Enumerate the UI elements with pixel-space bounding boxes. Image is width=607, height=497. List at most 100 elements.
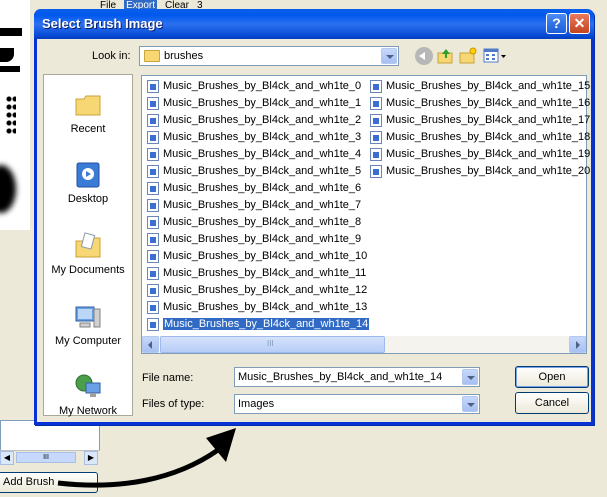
file-item[interactable]: Music_Brushes_by_Bl4ck_and_wh1te_20 (368, 164, 590, 180)
help-button[interactable]: ? (546, 13, 567, 34)
file-item[interactable]: Music_Brushes_by_Bl4ck_and_wh1te_1 (145, 96, 361, 112)
file-item[interactable]: Music_Brushes_by_Bl4ck_and_wh1te_18 (368, 130, 590, 146)
chevron-down-icon[interactable] (462, 396, 478, 412)
file-type-value: Images (238, 398, 275, 410)
file-item[interactable]: Music_Brushes_by_Bl4ck_and_wh1te_19 (368, 147, 590, 163)
annotation-arrow (57, 428, 236, 488)
back-icon[interactable] (415, 47, 433, 65)
file-item[interactable]: Music_Brushes_by_Bl4ck_and_wh1te_0 (145, 79, 361, 95)
file-name-field[interactable]: Music_Brushes_by_Bl4ck_and_wh1te_14 (234, 367, 480, 387)
file-name: Music_Brushes_by_Bl4ck_and_wh1te_19 (386, 148, 591, 160)
image-file-icon (147, 267, 159, 280)
desktop-icon (74, 161, 102, 189)
file-name: Music_Brushes_by_Bl4ck_and_wh1te_16 (386, 97, 591, 109)
file-name: Music_Brushes_by_Bl4ck_and_wh1te_0 (163, 80, 362, 92)
brush-stroke (0, 48, 14, 62)
file-item[interactable]: Music_Brushes_by_Bl4ck_and_wh1te_5 (145, 164, 361, 180)
file-item[interactable]: Music_Brushes_by_Bl4ck_and_wh1te_8 (145, 215, 361, 231)
image-file-icon (370, 97, 382, 110)
image-file-icon (147, 284, 159, 297)
file-item[interactable]: Music_Brushes_by_Bl4ck_and_wh1te_14 (145, 317, 371, 333)
image-file-icon (147, 199, 159, 212)
scroll-right-button[interactable] (569, 336, 586, 353)
image-file-icon (370, 131, 382, 144)
image-file-icon (147, 114, 159, 127)
image-file-icon (147, 165, 159, 178)
file-item[interactable]: Music_Brushes_by_Bl4ck_and_wh1te_9 (145, 232, 361, 248)
place-desktop[interactable]: Desktop (44, 161, 132, 205)
folder-icon (144, 50, 160, 62)
up-folder-icon[interactable] (437, 47, 455, 65)
open-button[interactable]: Open (515, 366, 589, 388)
file-name: Music_Brushes_by_Bl4ck_and_wh1te_4 (163, 148, 362, 160)
brush-stroke (0, 66, 20, 72)
file-item[interactable]: Music_Brushes_by_Bl4ck_and_wh1te_7 (145, 198, 361, 214)
place-label: Recent (70, 123, 106, 135)
views-menu-icon[interactable] (483, 47, 507, 65)
file-list[interactable]: III Music_Brushes_by_Bl4ck_and_wh1te_0 Mu… (141, 75, 590, 354)
file-name: Music_Brushes_by_Bl4ck_and_wh1te_18 (386, 131, 591, 143)
file-item[interactable]: Music_Brushes_by_Bl4ck_and_wh1te_16 (368, 96, 590, 112)
image-file-icon (147, 318, 159, 331)
file-item[interactable]: Music_Brushes_by_Bl4ck_and_wh1te_12 (145, 283, 367, 299)
file-name: Music_Brushes_by_Bl4ck_and_wh1te_1 (163, 97, 362, 109)
place-my-computer[interactable]: My Computer (44, 303, 132, 347)
image-file-icon (147, 131, 159, 144)
place-label: My Computer (54, 335, 122, 347)
place-label: My Documents (51, 264, 125, 276)
place-recent[interactable]: Recent (44, 91, 132, 135)
my-computer-icon (74, 303, 102, 331)
cancel-button[interactable]: Cancel (515, 392, 589, 414)
place-label: Desktop (67, 193, 109, 205)
file-name: Music_Brushes_by_Bl4ck_and_wh1te_7 (163, 199, 362, 211)
brush-blob (0, 165, 16, 213)
recent-folder-icon (74, 91, 102, 119)
file-name: Music_Brushes_by_Bl4ck_and_wh1te_12 (163, 284, 368, 296)
image-file-icon (370, 80, 382, 93)
look-in-value: brushes (164, 50, 204, 62)
brush-dots (6, 95, 16, 135)
file-name: Music_Brushes_by_Bl4ck_and_wh1te_15 (386, 80, 591, 92)
file-item[interactable]: Music_Brushes_by_Bl4ck_and_wh1te_4 (145, 147, 361, 163)
close-button[interactable]: ✕ (569, 13, 590, 34)
scroll-left-button[interactable] (142, 336, 159, 353)
image-file-icon (370, 114, 382, 127)
place-label: My Network (58, 405, 118, 417)
file-name: Music_Brushes_by_Bl4ck_and_wh1te_13 (163, 301, 368, 313)
my-documents-icon (74, 232, 102, 260)
image-file-icon (370, 148, 382, 161)
file-name: Music_Brushes_by_Bl4ck_and_wh1te_11 (163, 267, 367, 279)
place-my-network[interactable]: My Network (44, 373, 132, 417)
brush-canvas[interactable] (0, 0, 30, 230)
brush-stroke (0, 28, 22, 36)
file-item[interactable]: Music_Brushes_by_Bl4ck_and_wh1te_15 (368, 79, 590, 95)
look-in-dropdown[interactable]: brushes (139, 46, 399, 66)
file-list-hscrollbar[interactable]: III (142, 336, 586, 353)
image-file-icon (370, 165, 382, 178)
dialog-title: Select Brush Image (42, 16, 163, 31)
chevron-down-icon[interactable] (381, 48, 397, 64)
file-item[interactable]: Music_Brushes_by_Bl4ck_and_wh1te_13 (145, 300, 367, 316)
scroll-grip: III (267, 339, 274, 348)
file-item[interactable]: Music_Brushes_by_Bl4ck_and_wh1te_17 (368, 113, 590, 129)
file-name: Music_Brushes_by_Bl4ck_and_wh1te_3 (163, 131, 362, 143)
scroll-thumb[interactable]: III (160, 336, 385, 353)
file-item[interactable]: Music_Brushes_by_Bl4ck_and_wh1te_10 (145, 249, 367, 265)
image-file-icon (147, 182, 159, 195)
chevron-down-icon[interactable] (462, 369, 478, 385)
places-bar: Recent Desktop My Documents My Computer … (43, 74, 133, 417)
place-my-documents[interactable]: My Documents (44, 232, 132, 276)
file-type-dropdown[interactable]: Images (234, 394, 480, 414)
file-item[interactable]: Music_Brushes_by_Bl4ck_and_wh1te_3 (145, 130, 361, 146)
file-item[interactable]: Music_Brushes_by_Bl4ck_and_wh1te_2 (145, 113, 361, 129)
image-file-icon (147, 216, 159, 229)
file-name: Music_Brushes_by_Bl4ck_and_wh1te_9 (163, 233, 362, 245)
dialog-titlebar[interactable]: Select Brush Image ? ✕ (34, 9, 594, 39)
file-name: Music_Brushes_by_Bl4ck_and_wh1te_2 (163, 114, 362, 126)
file-item[interactable]: Music_Brushes_by_Bl4ck_and_wh1te_6 (145, 181, 361, 197)
file-item[interactable]: Music_Brushes_by_Bl4ck_and_wh1te_11 (145, 266, 366, 282)
image-file-icon (147, 80, 159, 93)
image-file-icon (147, 250, 159, 263)
new-folder-icon[interactable] (459, 47, 477, 65)
file-name: Music_Brushes_by_Bl4ck_and_wh1te_6 (163, 182, 362, 194)
